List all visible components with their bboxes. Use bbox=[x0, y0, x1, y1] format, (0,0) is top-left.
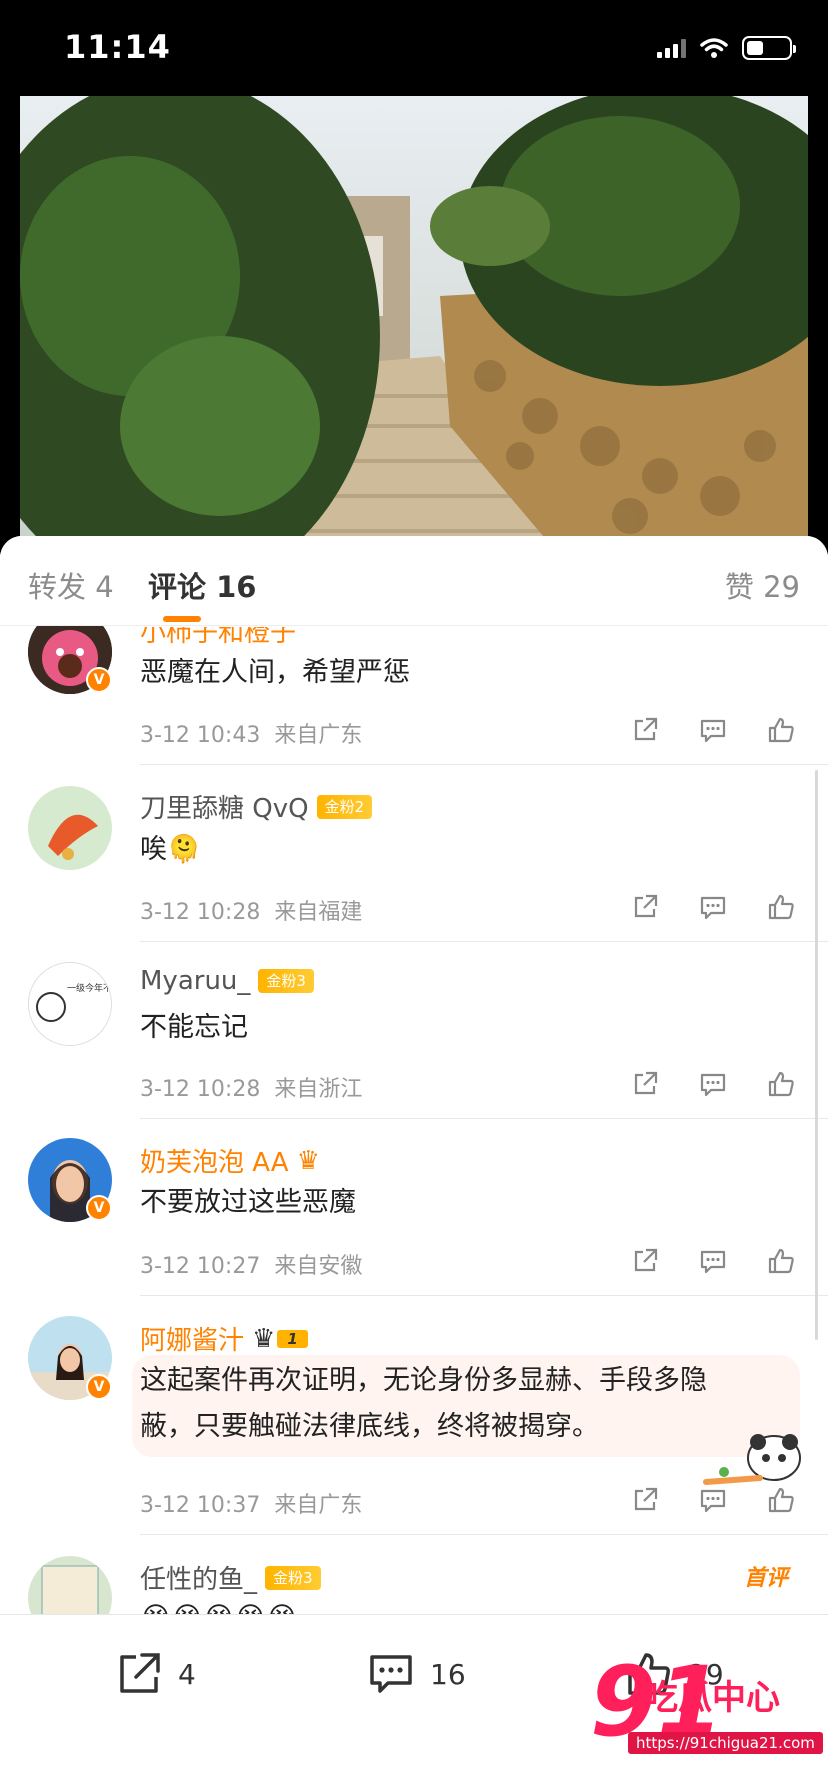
tab-repost[interactable]: 转发 4 bbox=[28, 564, 114, 606]
share-icon[interactable] bbox=[630, 892, 660, 922]
comment-count: 16 bbox=[430, 1657, 466, 1691]
crown-icon: ♛ bbox=[296, 1145, 320, 1176]
share-icon[interactable] bbox=[630, 1485, 660, 1515]
fan-badge: 金粉3 bbox=[258, 969, 314, 993]
avatar-text: 一级今年不用工作也能混口饭吃…… bbox=[67, 982, 112, 994]
battery-icon bbox=[742, 36, 796, 60]
like-icon[interactable] bbox=[766, 1485, 796, 1515]
comment-text: 😭😭😭😭😭 bbox=[140, 1590, 298, 1614]
divider bbox=[140, 941, 828, 942]
reply-icon[interactable] bbox=[698, 1485, 728, 1515]
tab-bar-overlay: 转发 4 评论 16 赞 29 bbox=[0, 536, 828, 626]
comment-meta: 3-12 10:28 来自福建 bbox=[140, 900, 363, 925]
verified-icon: V bbox=[86, 1374, 112, 1400]
share-icon[interactable] bbox=[630, 1069, 660, 1099]
comment-button[interactable]: 16 bbox=[366, 1649, 466, 1699]
verified-icon: V bbox=[86, 667, 112, 693]
comment-text: 这起案件再次证明，无论身份多显赫、手段多隐 蔽，只要触碰法律底线，终将被揭穿。 bbox=[140, 1365, 707, 1442]
verified-icon: V bbox=[86, 1195, 112, 1221]
repost-button[interactable]: 4 bbox=[114, 1649, 196, 1699]
comment-icon bbox=[370, 1655, 412, 1693]
comment-meta: 3-12 10:43 来自广东 bbox=[140, 723, 363, 748]
comment-meta: 3-12 10:28 来自浙江 bbox=[140, 1077, 363, 1102]
comment-meta: 3-12 10:37 来自广东 bbox=[140, 1493, 363, 1518]
watermark-url: https://91chigua21.com bbox=[628, 1732, 823, 1754]
comment-text: 唉🫠 bbox=[140, 834, 201, 865]
divider bbox=[140, 764, 828, 765]
divider bbox=[140, 1295, 828, 1296]
comment-username[interactable]: 奶芙泡泡 AA ♛ bbox=[140, 1142, 320, 1179]
fan-badge: 金粉3 bbox=[265, 1565, 321, 1590]
comment-username[interactable]: 阿娜酱汁 ♛ 1 bbox=[140, 1320, 308, 1357]
comment-actions bbox=[630, 1246, 796, 1276]
share-icon[interactable] bbox=[630, 715, 660, 745]
comment-username[interactable]: 刀里舔糖 QvQ 金粉2 bbox=[140, 788, 373, 825]
comment-text: 恶魔在人间，希望严惩 bbox=[140, 657, 410, 688]
site-watermark: 91 吃瓜中心 https://91chigua21.com bbox=[590, 1652, 823, 1762]
vip-rank-badge: ♛ 1 bbox=[252, 1324, 308, 1354]
avatar[interactable] bbox=[28, 786, 112, 870]
status-time: 11:14 bbox=[64, 28, 171, 66]
share-icon[interactable] bbox=[630, 1246, 660, 1276]
comment-username[interactable]: Myaruu_ 金粉3 bbox=[140, 966, 314, 996]
reply-icon[interactable] bbox=[698, 1069, 728, 1099]
signal-icon bbox=[657, 38, 686, 58]
tab-comments[interactable]: 评论 16 bbox=[148, 564, 256, 606]
comment-text: 不能忘记 bbox=[140, 1012, 248, 1043]
divider bbox=[140, 1118, 828, 1119]
like-icon[interactable] bbox=[766, 892, 796, 922]
active-tab-indicator bbox=[163, 616, 201, 622]
comment-text: 不要放过这些恶魔 bbox=[140, 1187, 356, 1218]
like-icon[interactable] bbox=[766, 1246, 796, 1276]
like-icon[interactable] bbox=[766, 715, 796, 745]
reply-icon[interactable] bbox=[698, 892, 728, 922]
comment-actions bbox=[630, 892, 796, 922]
panda-sticker-icon bbox=[703, 1434, 801, 1485]
status-bar: 11:14 bbox=[0, 0, 828, 96]
like-icon[interactable] bbox=[766, 1069, 796, 1099]
watermark-text: 吃瓜中心 bbox=[644, 1678, 780, 1718]
repost-icon bbox=[120, 1653, 160, 1693]
comment-actions bbox=[630, 1485, 796, 1515]
comment-actions bbox=[630, 715, 796, 745]
wifi-icon bbox=[700, 38, 728, 58]
avatar[interactable]: 一级今年不用工作也能混口饭吃…… bbox=[28, 962, 112, 1046]
reply-icon[interactable] bbox=[698, 1246, 728, 1276]
fan-badge: 金粉2 bbox=[316, 794, 373, 819]
comment-actions bbox=[630, 1069, 796, 1099]
divider bbox=[140, 1534, 828, 1535]
scrollbar[interactable] bbox=[815, 770, 818, 1340]
repost-count: 4 bbox=[178, 1657, 196, 1691]
status-icons bbox=[657, 36, 796, 60]
video-player[interactable] bbox=[20, 96, 808, 556]
tab-likes[interactable]: 赞 29 bbox=[725, 564, 800, 606]
first-comment-tag: 首评 bbox=[743, 1566, 788, 1591]
comment-meta: 3-12 10:27 来自安徽 bbox=[140, 1254, 363, 1279]
reply-icon[interactable] bbox=[698, 715, 728, 745]
